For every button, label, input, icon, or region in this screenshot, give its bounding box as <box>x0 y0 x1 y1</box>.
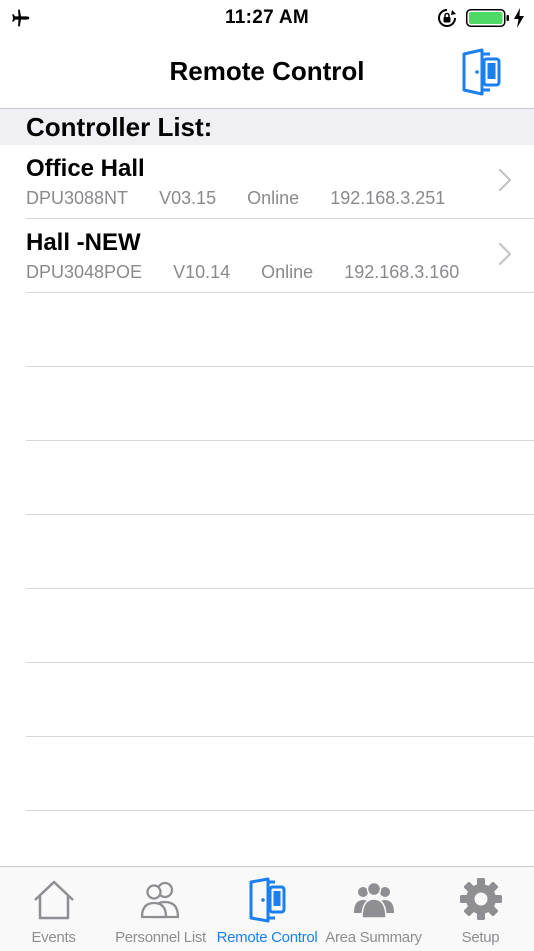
empty-list-row <box>26 441 534 515</box>
empty-list-row <box>26 515 534 589</box>
tab-label: Setup <box>461 929 500 946</box>
tab-events[interactable]: Events <box>0 867 107 951</box>
controller-row[interactable]: Hall -NEW DPU3048POE V10.14 Online 192.1… <box>26 219 534 293</box>
empty-list-row <box>26 367 534 441</box>
tab-remote-control[interactable]: Remote Control <box>214 867 320 951</box>
empty-list-row <box>26 737 534 811</box>
tab-label: Area Summary <box>325 929 422 946</box>
controller-model: DPU3048POE <box>26 262 143 282</box>
controller-status: Online <box>261 262 314 282</box>
section-title: Controller List: <box>26 112 213 142</box>
controller-ip: 192.168.3.251 <box>330 188 446 208</box>
tab-label: Remote Control <box>216 929 318 946</box>
tab-bar: Events Personnel List Remote Control Are… <box>0 866 534 951</box>
controller-model: DPU3088NT <box>26 188 129 208</box>
navigation-bar: Remote Control <box>0 36 534 109</box>
door-phone-button[interactable] <box>460 48 504 96</box>
battery-icon <box>466 9 509 27</box>
controller-name: Office Hall <box>26 155 145 182</box>
charging-icon <box>514 8 524 28</box>
door-phone-icon <box>462 48 501 96</box>
controller-version: V03.15 <box>159 188 217 208</box>
controller-meta: DPU3048POE V10.14 Online 192.168.3.160 <box>26 262 485 283</box>
door-phone-icon <box>249 877 286 923</box>
empty-list-row <box>26 663 534 737</box>
tab-personnel-list[interactable]: Personnel List <box>107 867 214 951</box>
chevron-right-icon <box>498 242 512 266</box>
controller-meta: DPU3088NT V03.15 Online 192.168.3.251 <box>26 188 471 209</box>
tab-setup[interactable]: Setup <box>427 867 534 951</box>
section-header: Controller List: <box>0 109 534 145</box>
empty-list-row <box>26 293 534 367</box>
orientation-lock-icon <box>438 9 456 27</box>
home-icon <box>33 880 74 920</box>
tab-area-summary[interactable]: Area Summary <box>320 867 427 951</box>
empty-list-row <box>26 589 534 663</box>
controller-name: Hall -NEW <box>26 229 141 256</box>
status-bar: 11:27 AM <box>0 0 534 36</box>
controller-version: V10.14 <box>173 262 231 282</box>
controller-ip: 192.168.3.160 <box>344 262 460 282</box>
controller-row[interactable]: Office Hall DPU3088NT V03.15 Online 192.… <box>26 145 534 219</box>
tab-label: Personnel List <box>115 929 206 946</box>
group-icon <box>353 881 394 919</box>
gear-icon <box>459 878 502 920</box>
page-title: Remote Control <box>169 56 365 86</box>
tab-label: Events <box>31 929 76 946</box>
people-icon <box>140 881 179 919</box>
chevron-right-icon <box>498 168 512 192</box>
controller-list: Office Hall DPU3088NT V03.15 Online 192.… <box>0 145 534 885</box>
controller-status: Online <box>247 188 300 208</box>
